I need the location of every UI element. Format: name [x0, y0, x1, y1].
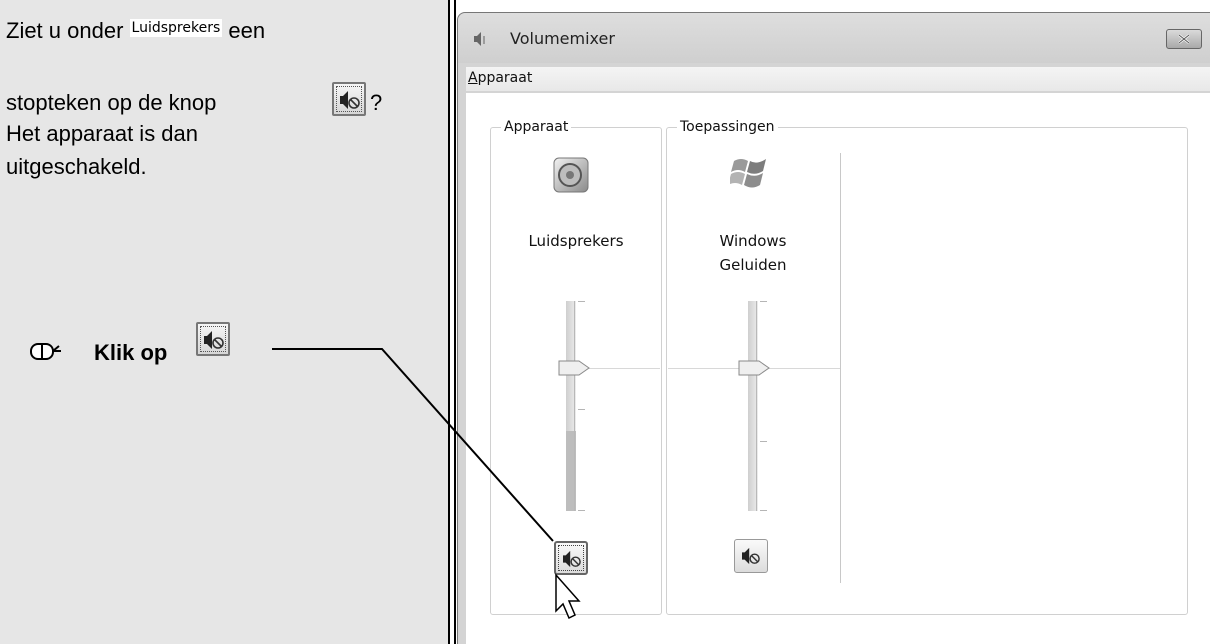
- question-mark: ?: [370, 90, 383, 115]
- speaker-muted-icon: [742, 547, 760, 565]
- close-icon: [1178, 34, 1190, 44]
- slider-tick: [760, 510, 767, 511]
- applications-group-label: Toepassingen: [677, 118, 778, 136]
- inline-device-label: Luidsprekers: [129, 19, 223, 37]
- slider-tick: [578, 409, 585, 410]
- instruction-line-1: Ziet u onder Luidsprekers een: [6, 18, 265, 44]
- slider-guide: [574, 301, 575, 511]
- column-name-line-1: Windows: [719, 232, 787, 250]
- title-bar[interactable]: Volumemixer: [458, 13, 1210, 63]
- speaker-muted-icon: [563, 550, 581, 568]
- mute-icon-illustration: [332, 82, 366, 116]
- slider-tick: [760, 441, 767, 442]
- column-separator: [840, 153, 841, 583]
- instruction-line-2: stopteken op de knop: [6, 90, 216, 116]
- volume-slider-thumb[interactable]: [738, 359, 772, 377]
- panel-divider: [454, 0, 456, 644]
- slider-tick: [578, 510, 585, 511]
- instruction-text: stopteken op de knop: [6, 90, 217, 115]
- instruction-line-4: uitgeschakeld.: [6, 154, 147, 179]
- menu-bar: Apparaat: [466, 67, 1210, 91]
- column-name: Luidsprekers: [528, 232, 624, 250]
- slider-tick: [578, 301, 585, 302]
- mute-button-luidsprekers[interactable]: [554, 541, 588, 575]
- volumemixer-window: Volumemixer Apparaat Apparaat Toepassing…: [457, 12, 1210, 644]
- speaker-icon: [474, 32, 485, 46]
- device-group-label: Apparaat: [501, 118, 572, 136]
- close-button[interactable]: [1166, 29, 1202, 49]
- instruction-panel: Ziet u onder Luidsprekers een stopteken …: [0, 0, 448, 644]
- mixer-client-area: Apparaat Toepassingen Luidsprekers Windo…: [466, 93, 1210, 644]
- column-name-line-2: Geluiden: [719, 256, 787, 274]
- volume-slider-thumb[interactable]: [558, 359, 592, 377]
- instruction-text: Ziet u onder: [6, 18, 124, 43]
- mouse-click-icon: [30, 343, 61, 360]
- slider-tick: [760, 301, 767, 302]
- panel-divider: [448, 0, 450, 644]
- menu-accelerator: A: [468, 70, 478, 86]
- instruction-line-3: Het apparaat is dan: [6, 121, 199, 146]
- action-text: Klik op: [94, 340, 168, 365]
- mute-icon-illustration: [196, 322, 230, 356]
- slider-guide: [756, 301, 757, 511]
- window-title: Volumemixer: [510, 29, 615, 48]
- instruction-text: een: [228, 18, 266, 43]
- menu-label: pparaat: [477, 70, 533, 86]
- menu-apparaat[interactable]: Apparaat: [468, 70, 532, 86]
- mute-button-windows-geluiden[interactable]: [734, 539, 768, 573]
